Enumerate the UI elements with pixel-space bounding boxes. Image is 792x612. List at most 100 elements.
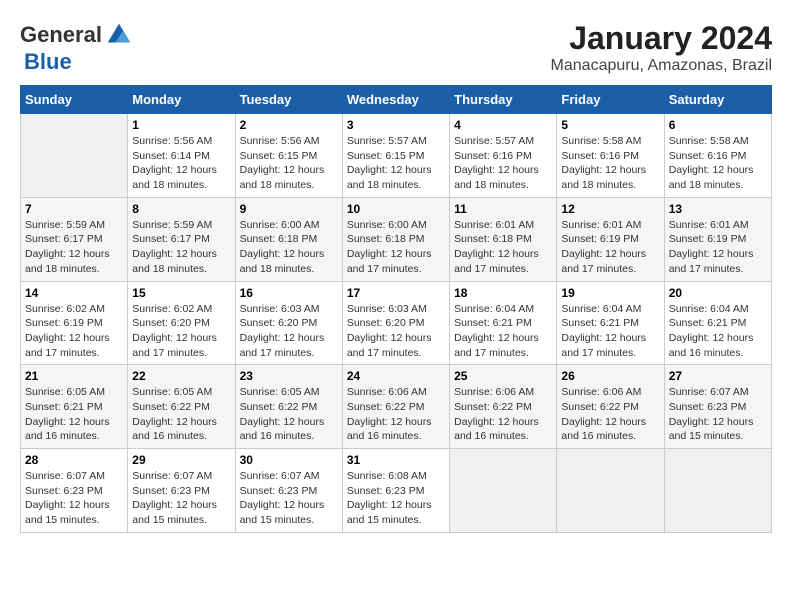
- daylight-text: Daylight: 12 hoursand 18 minutes.: [347, 163, 445, 192]
- day-number: 7: [25, 202, 123, 216]
- day-cell: 3Sunrise: 5:57 AMSunset: 6:15 PMDaylight…: [342, 114, 449, 198]
- day-cell: 14 Sunrise: 6:02 AMSunset: 6:19 PMDayligh…: [21, 281, 128, 365]
- daylight-text: Daylight: 12 hoursand 16 minutes.: [669, 331, 767, 360]
- sunrise-text: Sunrise: 6:01 AM: [454, 218, 552, 233]
- day-cell: 25Sunrise: 6:06 AMSunset: 6:22 PMDayligh…: [450, 365, 557, 449]
- logo-text-blue: Blue: [24, 50, 134, 74]
- day-cell: 18 Sunrise: 6:04 AMSunset: 6:21 PMDayligh…: [450, 281, 557, 365]
- sunset-text: Sunset: 6:19 PM: [669, 232, 767, 247]
- day-number: 9: [240, 202, 338, 216]
- sunset-text: Sunset: 6:20 PM: [240, 316, 338, 331]
- day-number: 26: [561, 369, 659, 383]
- day-info: Sunrise: 6:07 AMSunset: 6:23 PMDaylight:…: [669, 385, 767, 444]
- daylight-text: Daylight: 12 hoursand 16 minutes.: [347, 415, 445, 444]
- day-info: Sunrise: 6:07 AMSunset: 6:23 PMDaylight:…: [132, 469, 230, 528]
- day-info: Sunrise: 6:04 AMSunset: 6:21 PMDaylight:…: [454, 302, 552, 361]
- day-info: Sunrise: 6:02 AMSunset: 6:19 PMDaylight:…: [25, 302, 123, 361]
- day-info: Sunrise: 6:00 AMSunset: 6:18 PMDaylight:…: [347, 218, 445, 277]
- day-number: 19: [561, 286, 659, 300]
- column-header-monday: Monday: [128, 86, 235, 114]
- day-cell: 26Sunrise: 6:06 AMSunset: 6:22 PMDayligh…: [557, 365, 664, 449]
- daylight-text: Daylight: 12 hoursand 15 minutes.: [347, 498, 445, 527]
- sunrise-text: Sunrise: 6:05 AM: [132, 385, 230, 400]
- day-number: 23: [240, 369, 338, 383]
- day-number: 22: [132, 369, 230, 383]
- day-cell: 31 Sunrise: 6:08 AMSunset: 6:23 PMDayligh…: [342, 449, 449, 533]
- sunrise-text: Sunrise: 6:04 AM: [669, 302, 767, 317]
- sunrise-text: Sunrise: 5:58 AM: [561, 134, 659, 149]
- day-number: 29: [132, 453, 230, 467]
- day-cell: [21, 114, 128, 198]
- sunset-text: Sunset: 6:22 PM: [240, 400, 338, 415]
- day-number: 5: [561, 118, 659, 132]
- sunrise-text: Sunrise: 5:59 AM: [25, 218, 123, 233]
- logo-text-general: General: [20, 23, 102, 47]
- daylight-text: Daylight: 12 hoursand 18 minutes.: [454, 163, 552, 192]
- sunset-text: Sunset: 6:20 PM: [347, 316, 445, 331]
- day-number: 24: [347, 369, 445, 383]
- day-number: 8: [132, 202, 230, 216]
- day-number: 27: [669, 369, 767, 383]
- day-number: 10: [347, 202, 445, 216]
- daylight-text: Daylight: 12 hoursand 15 minutes.: [240, 498, 338, 527]
- day-number: 14: [25, 286, 123, 300]
- day-number: 1: [132, 118, 230, 132]
- sunrise-text: Sunrise: 6:01 AM: [561, 218, 659, 233]
- daylight-text: Daylight: 12 hoursand 18 minutes.: [561, 163, 659, 192]
- day-cell: [664, 449, 771, 533]
- logo-icon: [104, 20, 134, 50]
- sunrise-text: Sunrise: 6:03 AM: [240, 302, 338, 317]
- sunrise-text: Sunrise: 6:03 AM: [347, 302, 445, 317]
- sunset-text: Sunset: 6:19 PM: [25, 316, 123, 331]
- sunset-text: Sunset: 6:18 PM: [454, 232, 552, 247]
- day-info: Sunrise: 6:05 AMSunset: 6:21 PMDaylight:…: [25, 385, 123, 444]
- sunset-text: Sunset: 6:14 PM: [132, 149, 230, 164]
- day-number: 18: [454, 286, 552, 300]
- day-cell: [450, 449, 557, 533]
- sunrise-text: Sunrise: 6:06 AM: [454, 385, 552, 400]
- sunrise-text: Sunrise: 6:02 AM: [25, 302, 123, 317]
- day-info: Sunrise: 5:59 AMSunset: 6:17 PMDaylight:…: [25, 218, 123, 277]
- daylight-text: Daylight: 12 hoursand 18 minutes.: [132, 247, 230, 276]
- sunset-text: Sunset: 6:15 PM: [240, 149, 338, 164]
- sunrise-text: Sunrise: 6:07 AM: [669, 385, 767, 400]
- day-number: 15: [132, 286, 230, 300]
- sunset-text: Sunset: 6:16 PM: [454, 149, 552, 164]
- day-info: Sunrise: 5:57 AMSunset: 6:15 PMDaylight:…: [347, 134, 445, 193]
- sunset-text: Sunset: 6:18 PM: [240, 232, 338, 247]
- day-cell: 29 Sunrise: 6:07 AMSunset: 6:23 PMDayligh…: [128, 449, 235, 533]
- day-cell: 19Sunrise: 6:04 AMSunset: 6:21 PMDayligh…: [557, 281, 664, 365]
- day-number: 2: [240, 118, 338, 132]
- day-info: Sunrise: 5:58 AMSunset: 6:16 PMDaylight:…: [561, 134, 659, 193]
- daylight-text: Daylight: 12 hoursand 17 minutes.: [454, 331, 552, 360]
- sunrise-text: Sunrise: 6:07 AM: [25, 469, 123, 484]
- day-info: Sunrise: 5:57 AMSunset: 6:16 PMDaylight:…: [454, 134, 552, 193]
- day-cell: 24Sunrise: 6:06 AMSunset: 6:22 PMDayligh…: [342, 365, 449, 449]
- sunrise-text: Sunrise: 6:07 AM: [240, 469, 338, 484]
- day-cell: 17Sunrise: 6:03 AMSunset: 6:20 PMDayligh…: [342, 281, 449, 365]
- daylight-text: Daylight: 12 hoursand 16 minutes.: [240, 415, 338, 444]
- day-cell: 2 Sunrise: 5:56 AMSunset: 6:15 PMDaylight…: [235, 114, 342, 198]
- day-info: Sunrise: 5:56 AMSunset: 6:15 PMDaylight:…: [240, 134, 338, 193]
- day-number: 16: [240, 286, 338, 300]
- sunset-text: Sunset: 6:23 PM: [669, 400, 767, 415]
- daylight-text: Daylight: 12 hoursand 15 minutes.: [669, 415, 767, 444]
- day-cell: 30Sunrise: 6:07 AMSunset: 6:23 PMDayligh…: [235, 449, 342, 533]
- sunrise-text: Sunrise: 5:57 AM: [347, 134, 445, 149]
- daylight-text: Daylight: 12 hoursand 16 minutes.: [25, 415, 123, 444]
- day-cell: 10 Sunrise: 6:00 AMSunset: 6:18 PMDayligh…: [342, 197, 449, 281]
- daylight-text: Daylight: 12 hoursand 18 minutes.: [240, 247, 338, 276]
- sunset-text: Sunset: 6:19 PM: [561, 232, 659, 247]
- daylight-text: Daylight: 12 hoursand 18 minutes.: [669, 163, 767, 192]
- day-cell: 12Sunrise: 6:01 AMSunset: 6:19 PMDayligh…: [557, 197, 664, 281]
- sunset-text: Sunset: 6:23 PM: [347, 484, 445, 499]
- sunrise-text: Sunrise: 6:06 AM: [561, 385, 659, 400]
- day-number: 31: [347, 453, 445, 467]
- sunrise-text: Sunrise: 6:01 AM: [669, 218, 767, 233]
- sunrise-text: Sunrise: 6:08 AM: [347, 469, 445, 484]
- sunset-text: Sunset: 6:22 PM: [132, 400, 230, 415]
- sunrise-text: Sunrise: 6:05 AM: [240, 385, 338, 400]
- day-cell: 28Sunrise: 6:07 AMSunset: 6:23 PMDayligh…: [21, 449, 128, 533]
- day-number: 12: [561, 202, 659, 216]
- day-number: 11: [454, 202, 552, 216]
